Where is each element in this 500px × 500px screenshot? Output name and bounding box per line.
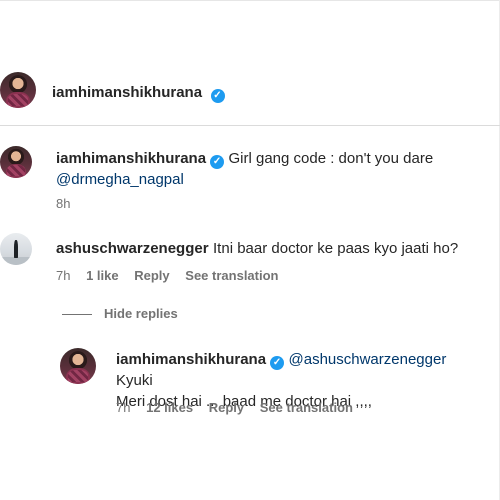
see-translation-button[interactable]: See translation [260,400,353,415]
comment-time[interactable]: 7h [116,400,130,415]
mention-link[interactable]: @drmegha_nagpal [56,171,184,188]
post-username[interactable]: iamhimanshikhurana [52,84,202,101]
comment-meta: 7h 12 likes Reply See translation [116,400,365,415]
see-translation-button[interactable]: See translation [185,268,278,283]
verified-badge-icon: ✓ [270,356,285,370]
likes-count[interactable]: 12 likes [146,400,193,415]
comment-text: Kyuki [116,372,153,389]
comment-time[interactable]: 8h [56,196,70,211]
comment-meta: 8h [56,196,82,211]
reply-button[interactable]: Reply [134,268,169,283]
avatar[interactable] [0,146,32,178]
header-divider [0,125,500,126]
verified-badge-icon: ✓ [210,155,225,169]
avatar[interactable] [0,72,36,108]
comment-username[interactable]: ashuschwarzenegger [56,240,209,257]
post-header: iamhimanshikhurana ✓ [0,68,500,120]
comment-time[interactable]: 7h [56,268,70,283]
hide-replies-button[interactable]: Hide replies [104,306,178,321]
avatar[interactable] [60,348,96,384]
mention-link[interactable]: @ashuschwarzenegger [289,351,447,368]
comment-text: Girl gang code : don't you dare [228,150,434,167]
header-user: iamhimanshikhurana ✓ [52,84,225,103]
comment-meta: 7h 1 like Reply See translation [56,268,290,283]
top-divider [0,0,500,1]
comment-body: iamhimanshikhurana ✓ Girl gang code : don… [56,148,476,190]
hide-replies-line [62,314,92,315]
comment-username[interactable]: iamhimanshikhurana [56,150,206,167]
verified-badge-icon: ✓ [210,89,225,103]
comment-text: Itni baar doctor ke paas kyo jaati ho? [213,240,459,257]
reply-button[interactable]: Reply [209,400,244,415]
avatar[interactable] [0,233,32,265]
likes-count[interactable]: 1 like [86,268,119,283]
comment-body: ashuschwarzenegger Itni baar doctor ke p… [56,238,486,259]
comment-username[interactable]: iamhimanshikhurana [116,351,266,368]
